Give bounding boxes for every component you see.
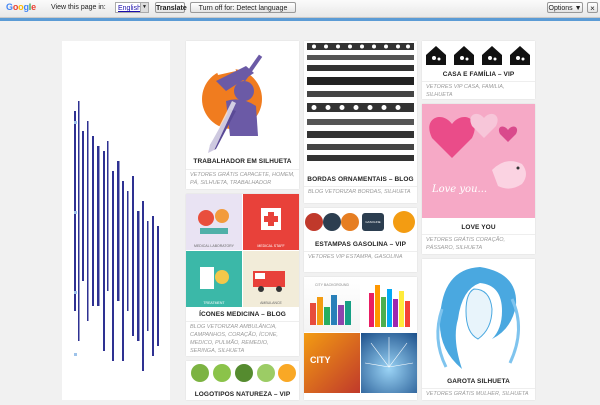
- tile-label: MEDICAL STAFF: [257, 244, 285, 248]
- chevron-down-icon: ▼: [140, 3, 148, 12]
- ambulance-icon: [253, 271, 285, 292]
- options-button[interactable]: Options ▼: [547, 2, 583, 13]
- language-select[interactable]: English ▼: [115, 2, 149, 13]
- translate-label: View this page in:: [51, 4, 106, 11]
- medical-tile-ambulance: AMBULANCE: [243, 251, 299, 307]
- advertisement-panel[interactable]: [62, 41, 170, 400]
- card-meta[interactable]: BLOG VETORIZAR BORDAS, SILHUETA: [308, 188, 413, 196]
- card-meta[interactable]: VETORES GRÁTIS MULHER, SILHUETA: [426, 390, 531, 398]
- medical-tile-lab: MEDICAL LABORATORY: [186, 194, 242, 250]
- card-meta[interactable]: BLOG VETORIZAR AMBULÂNCIA, CAMPANHOS, CO…: [190, 323, 295, 355]
- card-meta[interactable]: VETORES VIP CASA, FAMILIA, SILHUETA: [426, 83, 531, 99]
- worker-silhouette-image: [202, 54, 263, 155]
- card-trabalhador[interactable]: TRABALHADOR EM SILHUETA VETORES GRÁTIS C…: [186, 41, 299, 189]
- lab-illustration-icon: [198, 209, 229, 234]
- card-separator: [186, 169, 299, 170]
- translate-button[interactable]: Translate: [155, 2, 187, 13]
- hearts-bird-icon: [429, 113, 526, 189]
- card-title[interactable]: LOVE YOU: [422, 224, 535, 231]
- ad-graphic: [74, 101, 159, 371]
- city-tile-1: CITY BACKGROUND: [304, 277, 360, 332]
- ornamental-borders-image: [307, 43, 414, 161]
- card-separator: [422, 234, 535, 235]
- card-love-you[interactable]: Love you... LOVE YOU VETORES GRÁTIS CORA…: [422, 104, 535, 254]
- tile-label: AMBULANCE: [260, 301, 282, 305]
- card-title[interactable]: BORDAS ORNAMENTAIS – BLOG: [304, 176, 417, 183]
- medical-tile-staff: MEDICAL STAFF: [243, 194, 299, 250]
- header-strip: [0, 18, 600, 21]
- card-meta[interactable]: VETORES GRÁTIS CAPACETE, HOMEM, PÁ, SILH…: [190, 171, 295, 187]
- card-bordas[interactable]: BORDAS ORNAMENTAIS – BLOG BLOG VETORIZAR…: [304, 41, 417, 203]
- card-casa-familia[interactable]: CASA E FAMÍLIA – VIP VETORES VIP CASA, F…: [422, 41, 535, 99]
- card-separator: [304, 186, 417, 187]
- card-title[interactable]: ÍCONES MEDICINA – BLOG: [186, 311, 299, 318]
- medical-staff-icon: [261, 208, 281, 230]
- city-tile-4: [361, 333, 417, 393]
- card-garota-silhueta[interactable]: GAROTA SILHUETA VETORES GRÁTIS MULHER, S…: [422, 259, 535, 400]
- city-tile-word: CITY: [310, 355, 331, 365]
- card-title[interactable]: ESTAMPAS GASOLINA – VIP: [304, 241, 417, 248]
- city-tile-label: CITY BACKGROUND: [315, 283, 349, 287]
- house-family-icons: [426, 46, 530, 65]
- card-title[interactable]: LOGOTIPOS NATUREZA – VIP: [186, 391, 299, 398]
- girl-silhouette-image: [422, 259, 535, 373]
- close-icon[interactable]: ×: [587, 2, 598, 13]
- gasoline-badge-label: GASOLINE: [365, 220, 381, 224]
- city-tile-2: [361, 277, 417, 332]
- tile-label: TREATMENT: [203, 301, 225, 305]
- card-title[interactable]: TRABALHADOR EM SILHUETA: [186, 158, 299, 165]
- card-city-backgrounds[interactable]: CITY BACKGROUND CITY: [304, 277, 417, 400]
- love-you-image: Love you...: [422, 104, 535, 218]
- card-title[interactable]: CASA E FAMÍLIA – VIP: [422, 71, 535, 78]
- turn-off-button[interactable]: Turn off for: Detect language: [190, 2, 296, 13]
- treatment-illustration-icon: [200, 267, 229, 289]
- card-separator: [304, 251, 417, 252]
- card-icones-medicina[interactable]: MEDICAL LABORATORY MEDICAL STAFF TREATME…: [186, 194, 299, 356]
- love-you-caption: Love you...: [432, 184, 488, 195]
- medical-tile-treatment: TREATMENT: [186, 251, 242, 307]
- google-logo: Google: [6, 2, 36, 12]
- city-tile-3: CITY: [304, 333, 360, 393]
- fireworks-icon: [364, 337, 414, 368]
- google-translate-bar: Google View this page in: English ▼ Tran…: [0, 0, 600, 18]
- card-separator: [422, 388, 535, 389]
- language-value: English: [118, 5, 141, 12]
- card-separator: [422, 81, 535, 82]
- card-separator: [186, 321, 299, 322]
- gasoline-badges-image: [305, 211, 415, 233]
- colorful-towers-icon: [369, 285, 410, 327]
- card-logotipos-natureza[interactable]: LOGOTIPOS NATUREZA – VIP: [186, 361, 299, 400]
- card-meta[interactable]: VETORES GRÁTIS CORAÇÃO, PÁSSARO, SILHUET…: [426, 236, 531, 252]
- card-title[interactable]: GAROTA SILHUETA: [422, 378, 535, 385]
- tile-label: MEDICAL LABORATORY: [194, 244, 234, 248]
- card-gasolina[interactable]: GASOLINE ESTAMPAS GASOLINA – VIP VETORES…: [304, 208, 417, 272]
- card-meta[interactable]: VETORES VIP ESTAMPA, GASOLINA: [308, 253, 413, 261]
- nature-logos-image: [191, 364, 296, 382]
